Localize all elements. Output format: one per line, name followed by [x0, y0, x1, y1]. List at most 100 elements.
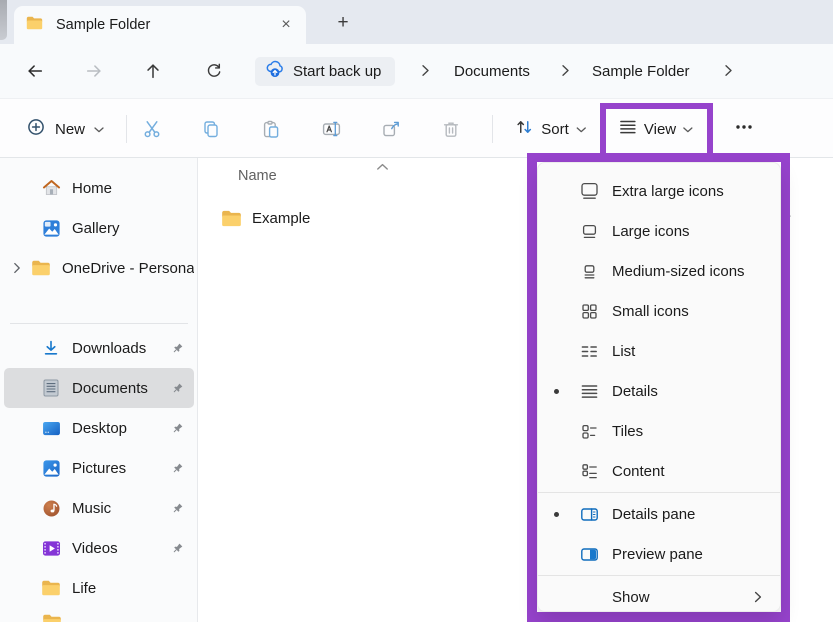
view-button[interactable]: View [611, 111, 701, 147]
menu-item-small-icons[interactable]: Small icons [538, 291, 780, 331]
view-lines-icon [619, 119, 637, 140]
menu-item-tiles[interactable]: Tiles [538, 411, 780, 451]
paste-button[interactable] [253, 111, 289, 147]
menu-item-details[interactable]: Details [538, 371, 780, 411]
pin-icon[interactable] [164, 341, 190, 356]
tab-sample-folder[interactable]: Sample Folder × [14, 6, 306, 44]
sidebar-item-label: Downloads [72, 340, 164, 357]
menu-item-label: List [612, 343, 635, 360]
pin-icon[interactable] [164, 381, 190, 396]
menu-item-show[interactable]: Show [538, 577, 780, 617]
sidebar-item-label: Music [72, 500, 164, 517]
menu-item-label: Medium-sized icons [612, 263, 745, 280]
expand-chevron-icon[interactable] [4, 262, 30, 274]
tiles-view-icon [578, 420, 600, 442]
menu-divider [538, 575, 780, 576]
delete-button[interactable] [433, 111, 469, 147]
sidebar-item-home[interactable]: Home [4, 168, 194, 208]
pin-icon[interactable] [164, 421, 190, 436]
chevron-right-icon [421, 64, 430, 82]
window-edge-decoration [0, 0, 7, 40]
folder-icon [26, 16, 43, 35]
sidebar-item-onedrive[interactable]: OneDrive - Persona [4, 248, 194, 288]
column-header-name[interactable]: Name [238, 168, 277, 184]
details-view-icon [578, 380, 600, 402]
menu-item-label: Tiles [612, 423, 643, 440]
small-icons-icon [578, 300, 600, 322]
menu-item-details-pane[interactable]: Details pane [538, 494, 780, 534]
chevron-right-icon [754, 591, 762, 603]
up-button[interactable] [137, 57, 169, 85]
copy-button[interactable] [193, 111, 229, 147]
breadcrumb-sample-folder[interactable]: Sample Folder [588, 58, 694, 84]
rename-button[interactable] [313, 111, 349, 147]
videos-icon [40, 538, 62, 558]
new-button-label: New [55, 121, 85, 138]
start-backup-button[interactable]: Start back up [255, 57, 395, 86]
preview-pane-icon [578, 543, 600, 565]
sidebar-item-label: Gallery [72, 220, 194, 237]
sort-ascending-icon[interactable] [376, 158, 389, 176]
menu-item-label: Extra large icons [612, 183, 724, 200]
close-tab-icon[interactable]: × [274, 13, 298, 37]
sidebar-item-label: Life [72, 580, 194, 597]
pin-icon[interactable] [164, 461, 190, 476]
sidebar-item-desktop[interactable]: Desktop [4, 408, 194, 448]
menu-item-label: Large icons [612, 223, 690, 240]
sidebar-item-label: Pictures [72, 460, 164, 477]
menu-item-large-icons[interactable]: Large icons [538, 211, 780, 251]
file-explorer-window: Sample Folder × + Start back up Document… [0, 0, 833, 622]
forward-button[interactable] [78, 57, 110, 85]
back-button[interactable] [19, 57, 51, 85]
view-button-label: View [644, 121, 676, 138]
sidebar-item-life[interactable]: Life [4, 568, 194, 608]
cut-button[interactable] [134, 111, 170, 147]
file-row-example[interactable]: Example [212, 204, 572, 232]
details-pane-icon [578, 503, 600, 525]
sidebar-item-videos[interactable]: Videos [4, 528, 194, 568]
menu-item-label: Details [612, 383, 658, 400]
onedrive-folder-icon [30, 258, 52, 278]
documents-icon [40, 378, 62, 398]
menu-item-label: Small icons [612, 303, 689, 320]
sidebar-item-pictures[interactable]: Pictures [4, 448, 194, 488]
menu-item-extra-large-icons[interactable]: Extra large icons [538, 171, 780, 211]
music-icon [40, 498, 62, 518]
sidebar-item-music[interactable]: Music [4, 488, 194, 528]
chevron-down-icon [576, 120, 586, 138]
share-button[interactable] [373, 111, 409, 147]
menu-item-label: Details pane [612, 506, 695, 523]
sidebar-item-label: Desktop [72, 420, 164, 437]
chevron-right-icon [724, 64, 733, 82]
menu-item-content[interactable]: Content [538, 451, 780, 491]
sidebar-item-downloads[interactable]: Downloads [4, 328, 194, 368]
menu-item-preview-pane[interactable]: Preview pane [538, 534, 780, 574]
medium-sized-icons-icon [578, 260, 600, 282]
refresh-button[interactable] [198, 57, 230, 85]
command-toolbar: New Sort [0, 98, 833, 158]
chevron-right-icon [561, 64, 570, 82]
desktop-icon [40, 418, 62, 438]
menu-item-list[interactable]: List [538, 331, 780, 371]
tab-bar: Sample Folder × + [0, 0, 833, 44]
downloads-icon [40, 338, 62, 358]
list-view-icon [578, 340, 600, 362]
content-view-icon [578, 460, 600, 482]
more-options-button[interactable] [726, 111, 762, 147]
selected-bullet-icon [554, 389, 559, 394]
chevron-down-icon [94, 120, 104, 138]
extra-large-icons-icon [578, 180, 600, 202]
pin-icon[interactable] [164, 501, 190, 516]
gallery-icon [40, 218, 62, 238]
sort-button[interactable]: Sort [506, 111, 594, 147]
onedrive-backup-icon [265, 60, 285, 83]
sidebar-item-documents[interactable]: Documents [4, 368, 194, 408]
menu-item-medium-sized-icons[interactable]: Medium-sized icons [538, 251, 780, 291]
sidebar-item-label: Videos [72, 540, 164, 557]
breadcrumb-documents[interactable]: Documents [450, 58, 534, 84]
pin-icon[interactable] [164, 541, 190, 556]
sidebar-item-gallery[interactable]: Gallery [4, 208, 194, 248]
new-tab-button[interactable]: + [330, 10, 356, 36]
new-button[interactable]: New [16, 111, 114, 147]
pictures-icon [40, 458, 62, 478]
